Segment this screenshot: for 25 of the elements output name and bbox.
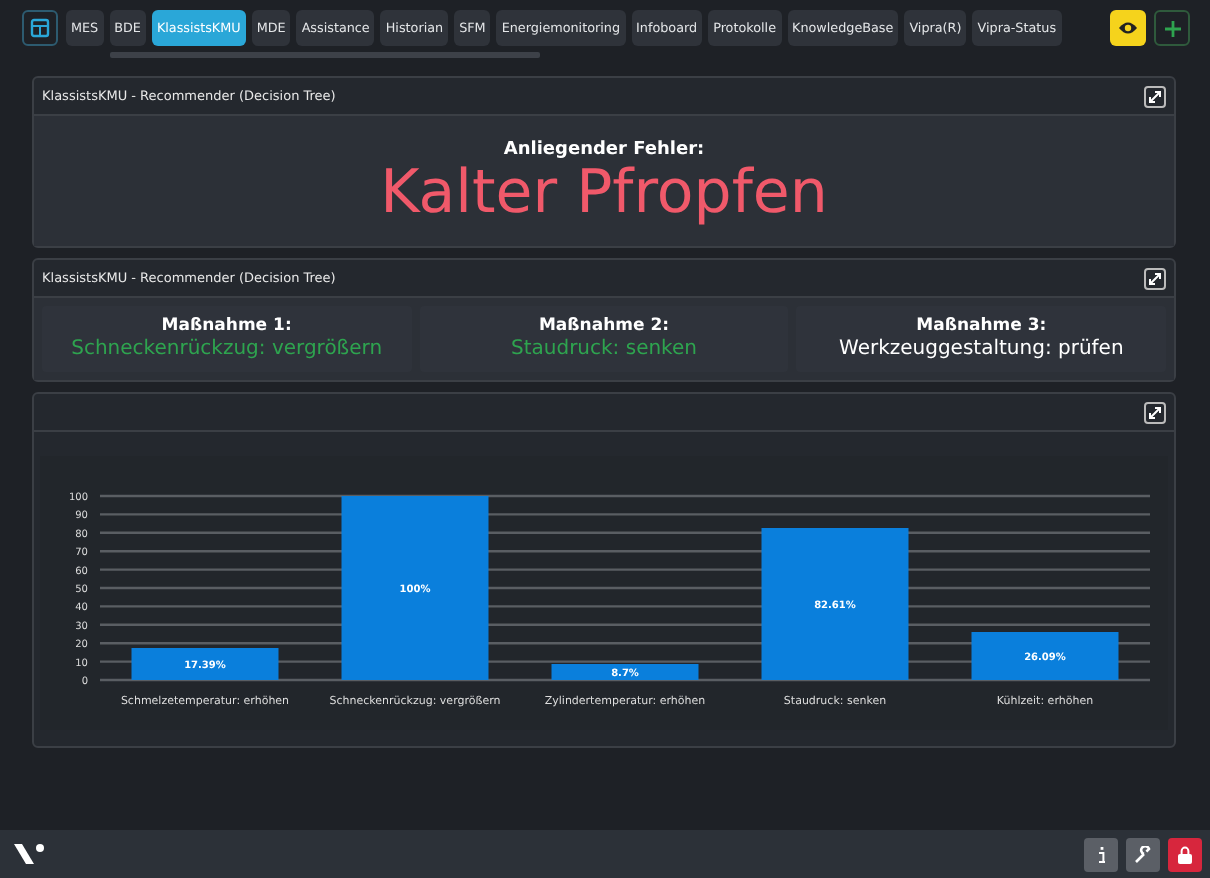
logo-icon xyxy=(12,842,48,866)
measure-action: Werkzeuggestaltung: prüfen xyxy=(839,338,1124,360)
add-button[interactable] xyxy=(1154,10,1190,46)
dashboard-button[interactable] xyxy=(22,10,58,46)
fault-name: Kalter Pfropfen xyxy=(380,160,828,226)
wrench-icon xyxy=(1134,845,1152,863)
expand-icon-button[interactable] xyxy=(1144,267,1166,289)
measure-label: Maßnahme 2: xyxy=(538,316,670,336)
expand-icon-button[interactable] xyxy=(1144,401,1166,423)
plus-icon xyxy=(1163,19,1181,37)
measure-label: Maßnahme 3: xyxy=(916,316,1047,336)
expand-icon-button[interactable] xyxy=(1144,85,1166,107)
scrollbar[interactable] xyxy=(110,52,540,58)
info-button[interactable] xyxy=(1084,837,1118,871)
dashboard-icon xyxy=(30,18,50,38)
eye-button[interactable] xyxy=(1110,10,1146,46)
fault-label: Anliegender Fehler: xyxy=(503,140,705,160)
measure-label: Maßnahme 1: xyxy=(161,316,292,336)
lock-button[interactable] xyxy=(1168,837,1202,871)
info-icon xyxy=(1095,845,1107,863)
measure-action: Staudruck: senken xyxy=(510,338,697,360)
lock-icon xyxy=(1176,845,1194,863)
eye-icon xyxy=(1118,20,1138,36)
wrench-button[interactable] xyxy=(1126,837,1160,871)
measure-action: Schneckenrückzug: vergrößern xyxy=(71,338,383,360)
